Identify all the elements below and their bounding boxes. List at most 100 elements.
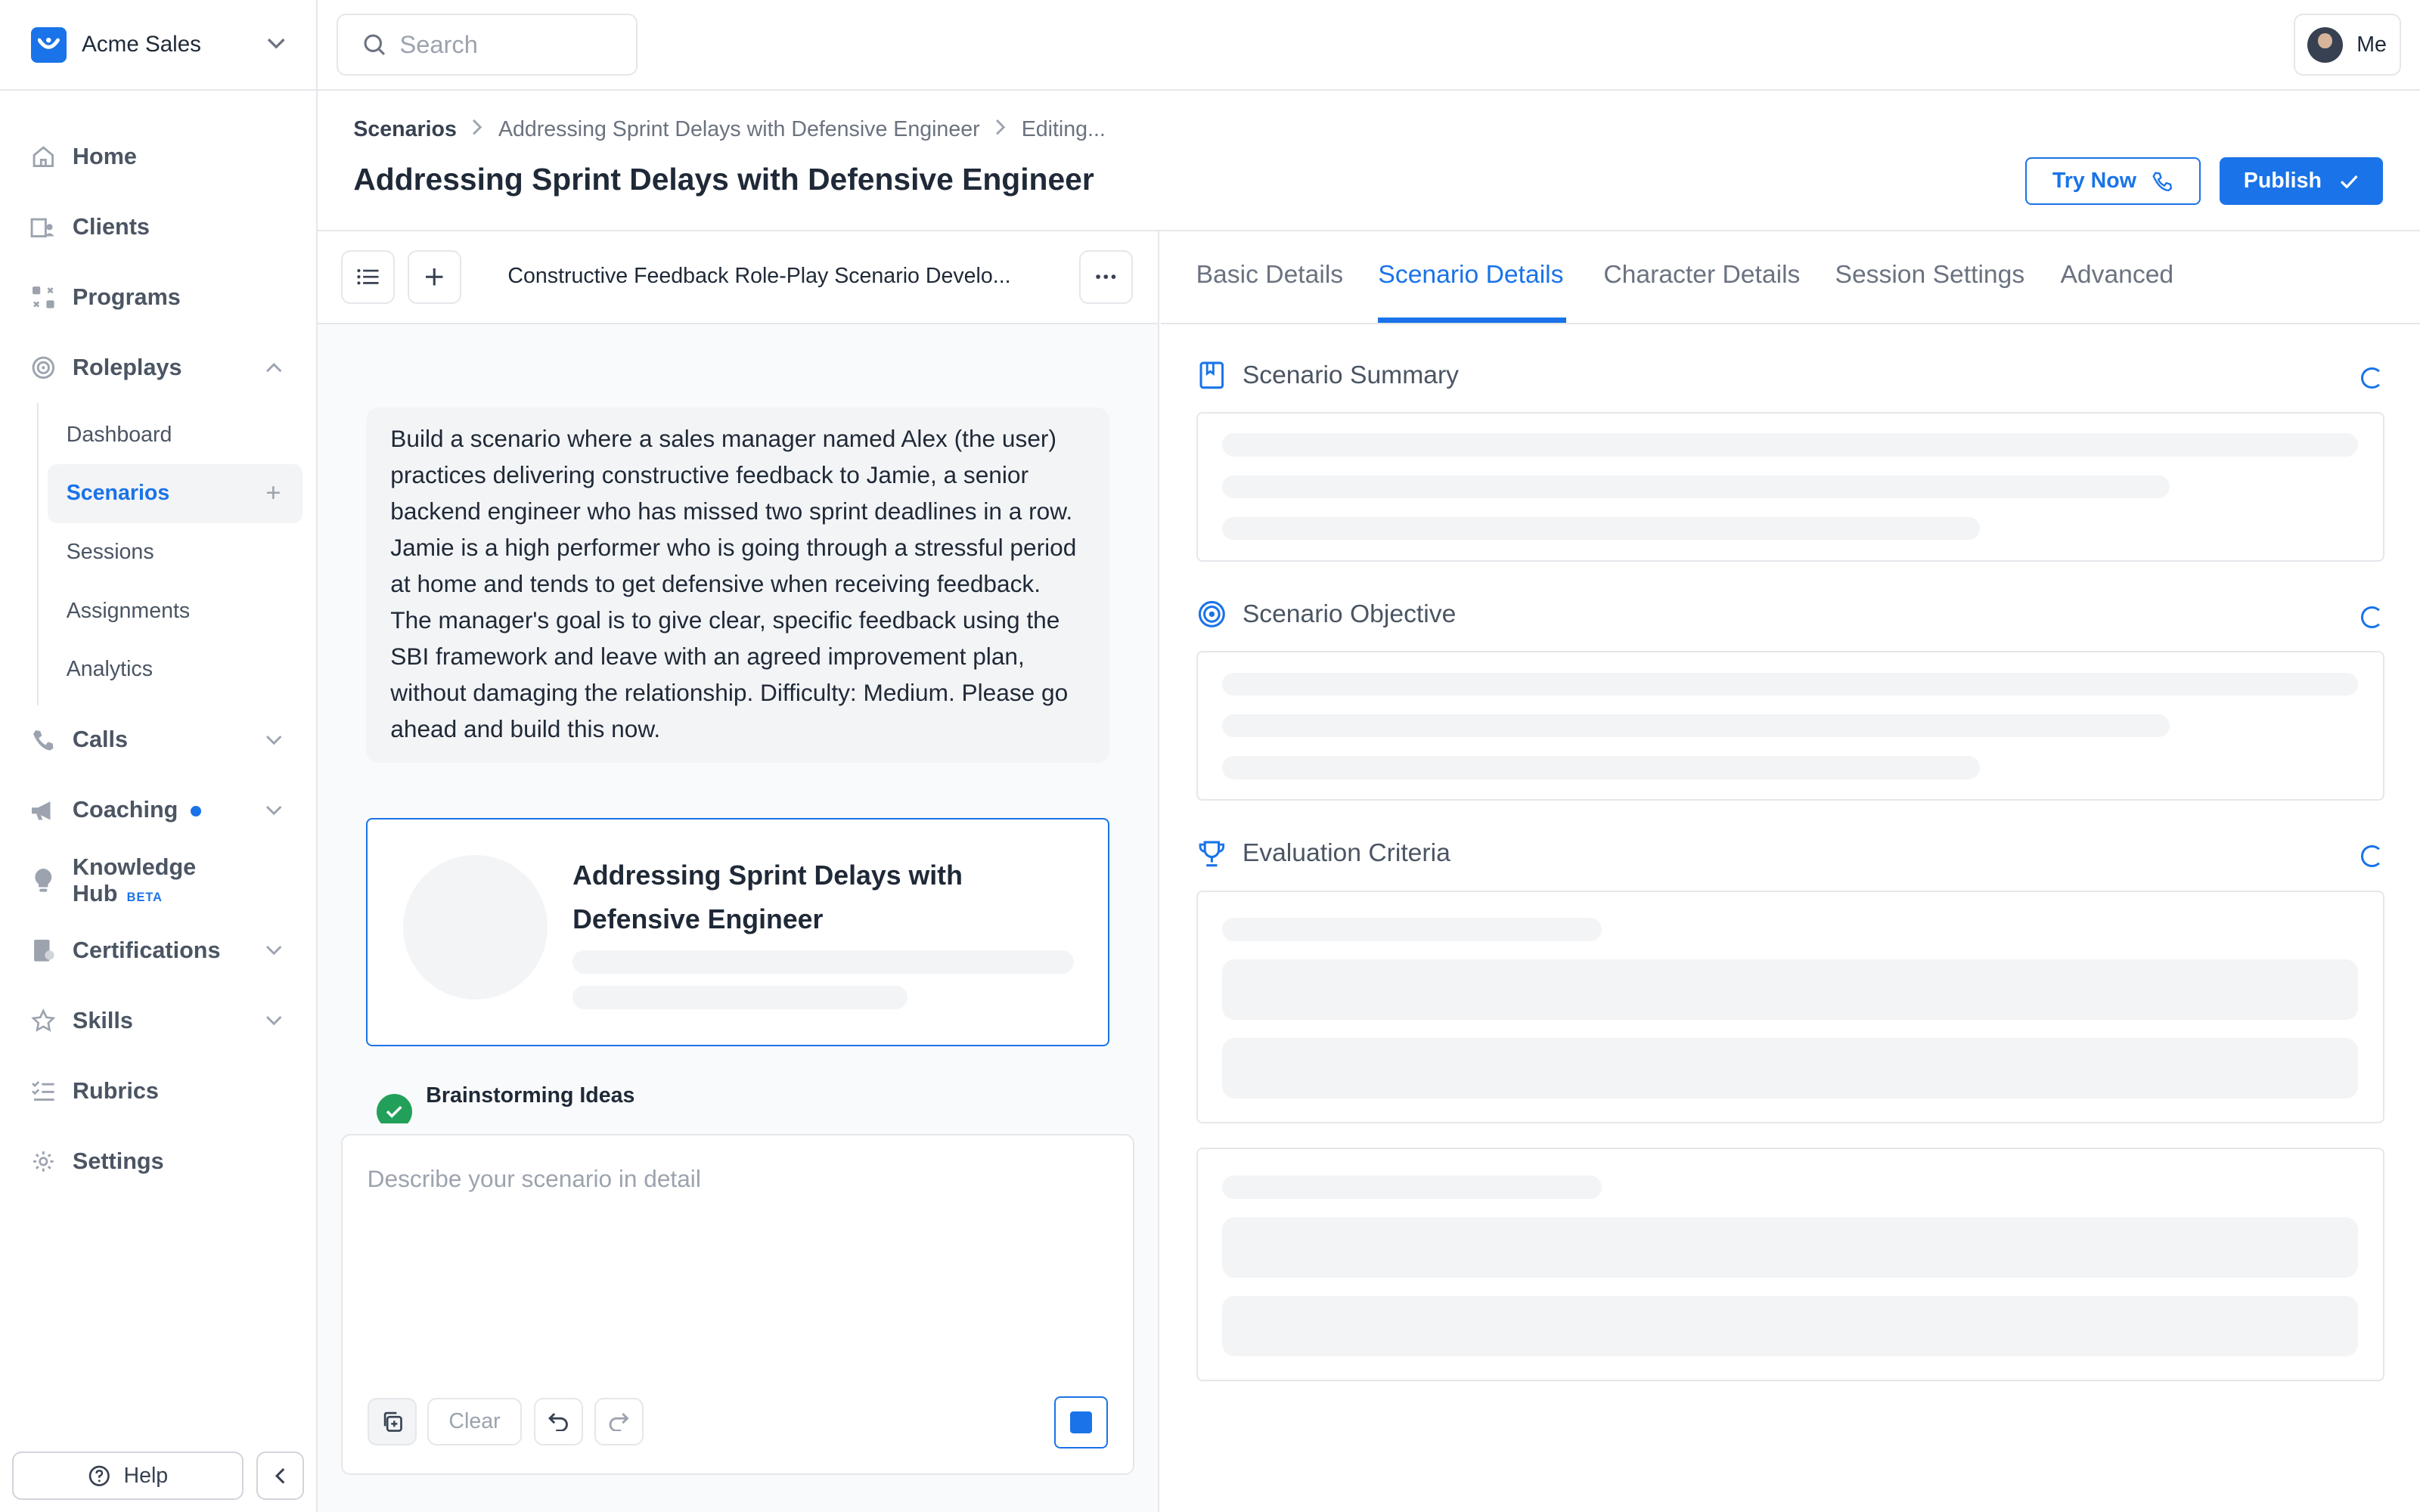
topbar: Search Me: [318, 0, 2420, 91]
message-input-placeholder: Describe your scenario in detail: [367, 1164, 701, 1192]
phone-icon: [2152, 171, 2173, 193]
details-tabs: Basic Details Scenario Details Character…: [1160, 231, 2420, 324]
sidebar-item-sessions[interactable]: Sessions: [39, 523, 302, 582]
nav-item-clients[interactable]: Clients: [0, 192, 316, 262]
nav-label: Programs: [72, 284, 181, 310]
nav-label: Calls: [72, 727, 129, 753]
conversation-list-button[interactable]: [341, 249, 396, 305]
nav-item-settings[interactable]: Settings: [0, 1126, 316, 1197]
chevron-down-icon: [265, 801, 282, 820]
more-options-button[interactable]: [1078, 249, 1133, 305]
chevron-right-icon: [995, 119, 1006, 141]
user-menu-button[interactable]: Me: [2293, 14, 2402, 76]
loading-spinner-icon: [2361, 367, 2383, 389]
tab-advanced[interactable]: Advanced: [2060, 261, 2173, 290]
add-scenario-icon[interactable]: +: [265, 479, 281, 508]
trophy-icon: [1198, 840, 1226, 868]
user-message: Build a scenario where a sales manager n…: [365, 407, 1110, 764]
nav-item-coaching[interactable]: Coaching: [0, 775, 316, 845]
search-input[interactable]: Search: [336, 14, 638, 76]
nav-item-roleplays[interactable]: Roleplays: [0, 333, 316, 403]
checklist-icon: [29, 1077, 57, 1105]
skeleton-line: [572, 986, 908, 1009]
conversation-title: Constructive Feedback Role-Play Scenario…: [507, 263, 1011, 288]
chevron-down-icon: [265, 1011, 282, 1030]
nav-item-programs[interactable]: Programs: [0, 262, 316, 333]
chevron-down-icon: [265, 941, 282, 961]
clear-button[interactable]: Clear: [427, 1397, 522, 1446]
character-avatar-placeholder: [402, 854, 548, 1000]
try-now-label: Try Now: [2052, 169, 2136, 194]
page-header: Scenarios Addressing Sprint Delays with …: [318, 91, 2420, 232]
sidebar-item-scenarios[interactable]: Scenarios +: [48, 464, 303, 523]
section-title: Scenario Objective: [1242, 600, 1457, 628]
sidebar-item-analytics[interactable]: Analytics: [39, 640, 302, 699]
skeleton-line: [1222, 1176, 1602, 1199]
tab-character-details[interactable]: Character Details: [1603, 261, 1800, 290]
user-label: Me: [2356, 32, 2387, 57]
org-logo-icon: [30, 26, 67, 63]
org-name: Acme Sales: [82, 32, 201, 57]
skeleton-line: [1222, 672, 2359, 696]
stop-generation-button[interactable]: [1053, 1396, 1109, 1449]
undo-button[interactable]: [534, 1397, 584, 1446]
nav-item-home[interactable]: Home: [0, 122, 316, 192]
active-tab-indicator: [1378, 318, 1567, 323]
copy-button[interactable]: [367, 1397, 417, 1446]
breadcrumb: Scenarios Addressing Sprint Delays with …: [353, 117, 1106, 142]
help-label: Help: [123, 1463, 169, 1488]
nav-item-knowledge-hub[interactable]: Knowledge Hub BETA: [0, 845, 316, 916]
collapse-sidebar-button[interactable]: [256, 1452, 304, 1500]
list-icon: [357, 268, 379, 285]
megaphone-icon: [29, 796, 57, 824]
nav-label: Home: [72, 144, 137, 170]
progress-step: Brainstorming Ideas: [376, 1083, 635, 1123]
nav-label: Rubrics: [72, 1077, 159, 1104]
skeleton-line: [1222, 516, 1981, 541]
help-button[interactable]: Help: [12, 1452, 244, 1500]
star-icon: [29, 1007, 57, 1035]
programs-icon: [29, 284, 57, 311]
section-header-objective: Scenario Objective: [1198, 600, 1457, 629]
target-icon: [29, 354, 57, 382]
nav-item-certifications[interactable]: Certifications: [0, 916, 316, 986]
evaluation-box-1: [1196, 890, 2385, 1123]
chevron-down-icon: [267, 34, 285, 55]
nav-item-rubrics[interactable]: Rubrics: [0, 1056, 316, 1126]
skeleton-line: [1222, 475, 2170, 499]
scenario-card-title: Addressing Sprint Delays with Defensive …: [572, 860, 963, 934]
message-composer[interactable]: Describe your scenario in detail Clear: [341, 1133, 1134, 1475]
new-conversation-button[interactable]: [407, 249, 462, 305]
try-now-button[interactable]: Try Now: [2024, 157, 2201, 206]
publish-button[interactable]: Publish: [2219, 157, 2383, 206]
nav-item-calls[interactable]: Calls: [0, 705, 316, 776]
skeleton-block: [1222, 1217, 2359, 1278]
org-switcher[interactable]: Acme Sales: [0, 0, 317, 91]
lightbulb-icon: [29, 866, 57, 894]
sidebar-item-dashboard[interactable]: Dashboard: [39, 406, 302, 465]
target-icon: [1198, 600, 1226, 628]
phone-icon: [29, 727, 57, 754]
gear-icon: [29, 1148, 57, 1176]
nav-label: Knowledge Hub BETA: [73, 854, 283, 907]
certificate-icon: [29, 937, 57, 965]
clients-icon: [29, 213, 57, 241]
chat-panel: Constructive Feedback Role-Play Scenario…: [318, 231, 1159, 1512]
breadcrumb-scenarios[interactable]: Scenarios: [353, 117, 457, 142]
tab-scenario-details[interactable]: Scenario Details: [1378, 261, 1563, 290]
section-title: Evaluation Criteria: [1242, 839, 1450, 868]
scenario-preview-card[interactable]: Addressing Sprint Delays with Defensive …: [365, 817, 1110, 1046]
step-title: Brainstorming Ideas: [426, 1083, 635, 1108]
nav-item-skills[interactable]: Skills: [0, 986, 316, 1056]
loading-spinner-icon: [2361, 606, 2383, 628]
check-circle-icon: [376, 1093, 412, 1123]
chevron-right-icon: [472, 119, 482, 141]
more-icon: [1096, 274, 1116, 280]
breadcrumb-scenario[interactable]: Addressing Sprint Delays with Defensive …: [498, 117, 980, 142]
tab-basic-details[interactable]: Basic Details: [1196, 261, 1344, 290]
redo-button[interactable]: [594, 1397, 644, 1446]
skeleton-line: [572, 950, 1075, 974]
chevron-left-icon: [275, 1467, 285, 1484]
tab-session-settings[interactable]: Session Settings: [1835, 261, 2025, 290]
sidebar-item-assignments[interactable]: Assignments: [39, 581, 302, 640]
